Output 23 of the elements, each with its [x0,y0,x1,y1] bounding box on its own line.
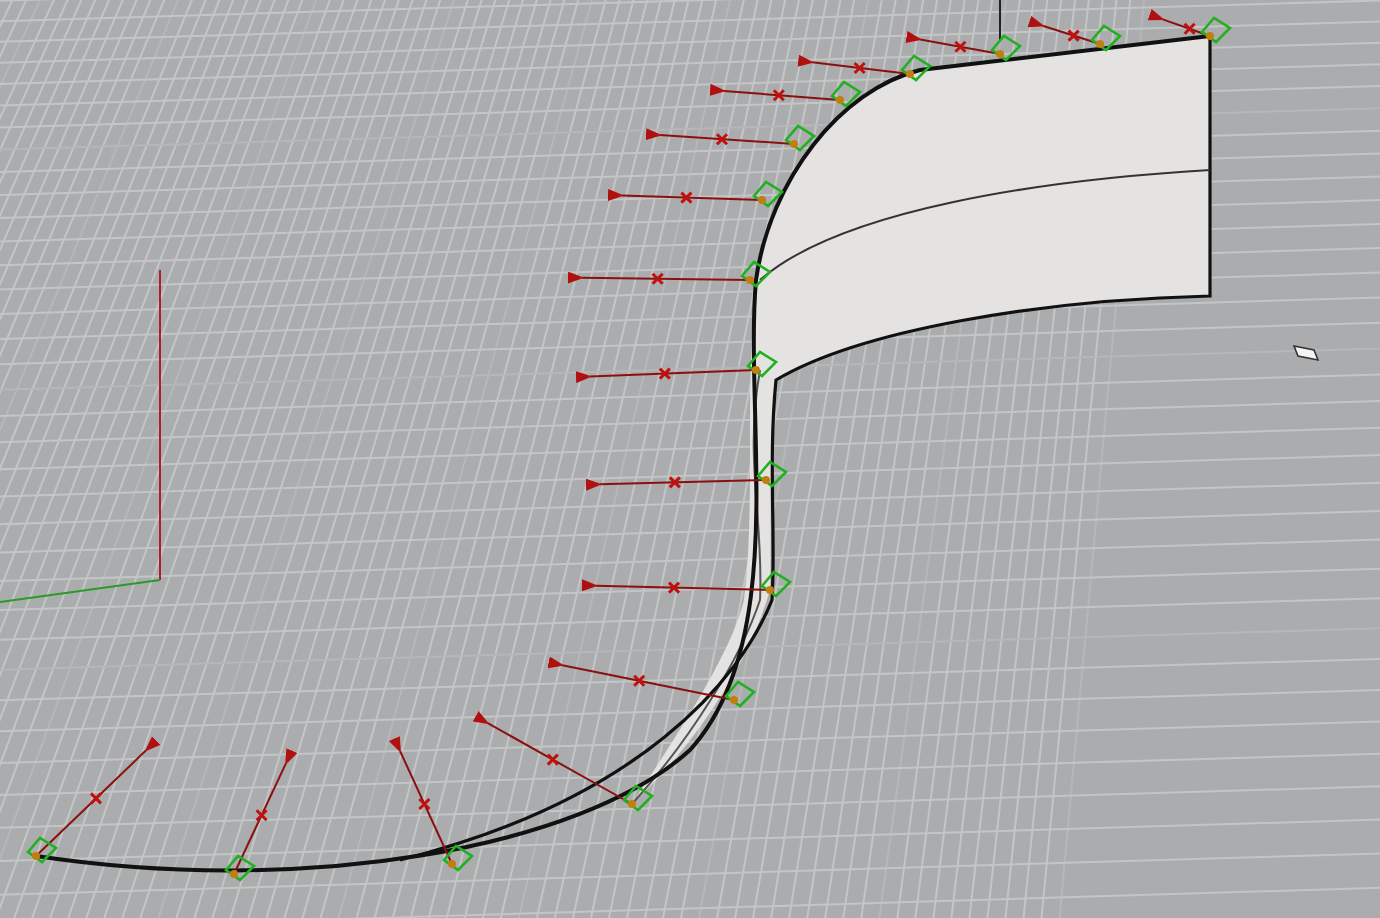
frame-marker [900,54,933,82]
vector-arrow [905,31,1001,55]
vector-arrow [388,736,453,865]
frame-marker [740,260,773,288]
frame-marker [746,350,779,378]
frame-marker [26,836,59,864]
frame-marker [830,80,863,108]
frame-marker [622,784,655,812]
frame-marker [224,854,257,882]
vector-arrow [233,748,298,875]
vector-arrow [797,54,911,75]
frame-marker [752,180,785,208]
vector-arrow [35,736,161,857]
frame-marker [760,570,793,598]
frame-marker [1090,24,1123,52]
frame-marker [724,680,757,708]
frame-marker [784,124,817,152]
frame-marker [990,34,1023,62]
frame-marker [442,844,475,872]
frame-marker [756,460,789,488]
frame-marker [1200,16,1233,44]
cursor-icon [1292,344,1320,362]
vector-arrow [709,83,841,102]
